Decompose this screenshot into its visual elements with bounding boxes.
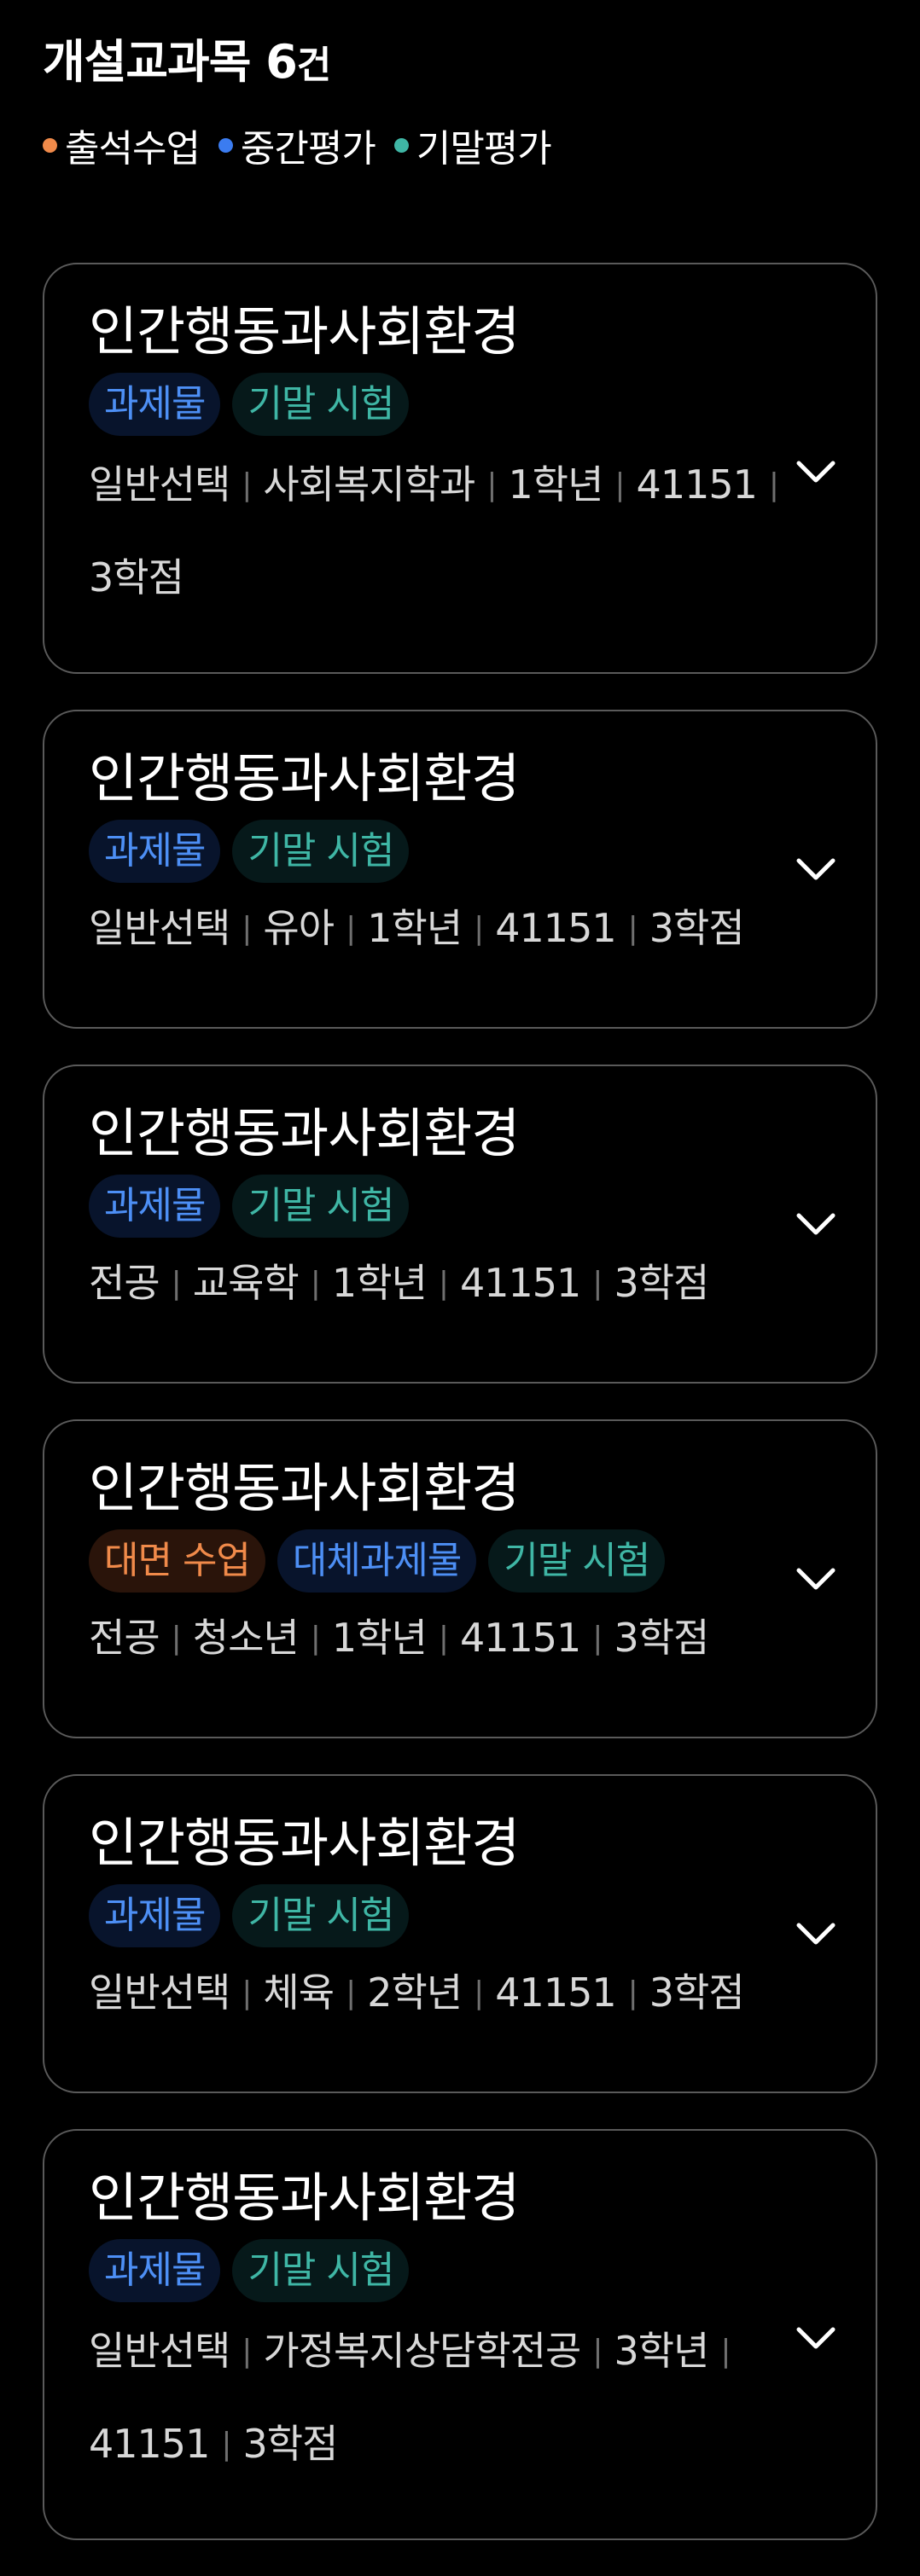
separator: |: [720, 2334, 731, 2369]
separator: |: [627, 1976, 638, 2010]
chevron-down-icon[interactable]: [795, 1211, 836, 1237]
chevron-down-icon[interactable]: [795, 1921, 836, 1947]
tag-in-person-class: 대면 수업: [89, 1529, 265, 1593]
separator: |: [310, 1266, 321, 1301]
course-meta: 일반선택 | 유아 | 1학년 | 41151 | 3학점: [89, 905, 745, 951]
blue-dot-icon: [218, 137, 233, 153]
course-title: 인간행동과사회환경: [89, 1812, 520, 1874]
course-title: 인간행동과사회환경: [89, 2167, 520, 2229]
course-card[interactable]: 인간행동과사회환경 과제물 기말 시험 일반선택 | 유아 | 1학년 | 41151 | 3학…: [43, 710, 877, 1029]
legend-item-attendance: 출석수업: [43, 118, 201, 172]
evaluation-tags: 대면 수업 대체과제물 기말 시험: [89, 1527, 831, 1595]
orange-dot-icon: [43, 137, 57, 153]
separator: |: [627, 911, 638, 946]
separator: |: [592, 2334, 603, 2369]
separator: |: [614, 467, 625, 502]
separator: |: [474, 1976, 484, 2010]
chevron-down-icon[interactable]: [795, 856, 836, 882]
tag-assignment: 과제물: [89, 2239, 221, 2302]
separator: |: [171, 1266, 182, 1301]
course-list-header: 개설교과목 6건 출석수업 중간평가 기말평가: [43, 31, 877, 172]
course-title: 인간행동과사회환경: [89, 747, 520, 809]
separator: |: [242, 467, 252, 502]
evaluation-tags: 과제물 기말 시험: [89, 817, 831, 885]
course-meta: 일반선택 | 가정복지상담학전공 | 3학년 | 41151 | 3학점: [89, 2305, 823, 2491]
chevron-down-icon[interactable]: [795, 2325, 836, 2351]
evaluation-legend: 출석수업 중간평가 기말평가: [43, 118, 877, 172]
separator: |: [221, 2427, 231, 2462]
evaluation-tags: 과제물 기말 시험: [89, 2237, 831, 2305]
tag-final-exam: 기말 시험: [232, 373, 410, 436]
tag-assignment: 과제물: [89, 1884, 221, 1947]
separator: |: [474, 911, 484, 946]
tag-alternative-assignment: 대체과제물: [277, 1529, 477, 1593]
tag-assignment: 과제물: [89, 1175, 221, 1238]
legend-item-final: 기말평가: [393, 118, 552, 172]
course-card-list: 인간행동과사회환경 과제물 기말 시험 일반선택 | 사회복지학과 | 1학년 | 4115…: [43, 263, 877, 2576]
evaluation-tags: 과제물 기말 시험: [89, 1172, 831, 1240]
teal-dot-icon: [393, 137, 409, 153]
tag-final-exam: 기말 시험: [232, 2239, 410, 2302]
evaluation-tags: 과제물 기말 시험: [89, 1882, 831, 1950]
separator: |: [486, 467, 497, 502]
course-card[interactable]: 인간행동과사회환경 대면 수업 대체과제물 기말 시험 전공 | 청소년 | 1학년 | 4…: [43, 1419, 877, 1738]
separator: |: [346, 911, 356, 946]
course-title: 인간행동과사회환경: [89, 300, 520, 363]
separator: |: [171, 1621, 182, 1656]
course-meta: 전공 | 교육학 | 1학년 | 41151 | 3학점: [89, 1260, 709, 1306]
legend-item-midterm: 중간평가: [218, 118, 376, 172]
tag-final-exam: 기말 시험: [232, 1884, 410, 1947]
tag-final-exam: 기말 시험: [488, 1529, 666, 1593]
separator: |: [438, 1266, 449, 1301]
course-count: 6: [265, 35, 298, 89]
separator: |: [438, 1621, 449, 1656]
separator: |: [592, 1621, 603, 1656]
course-card[interactable]: 인간행동과사회환경 과제물 기말 시험 일반선택 | 체육 | 2학년 | 41151 | 3학…: [43, 1774, 877, 2093]
separator: |: [768, 467, 779, 502]
chevron-down-icon[interactable]: [795, 1566, 836, 1592]
course-title: 인간행동과사회환경: [89, 1102, 520, 1164]
separator: |: [242, 2334, 252, 2369]
tag-final-exam: 기말 시험: [232, 1175, 410, 1238]
separator: |: [242, 1976, 252, 2010]
page-title: 개설교과목 6건: [43, 35, 331, 89]
tag-assignment: 과제물: [89, 373, 221, 436]
course-meta: 전공 | 청소년 | 1학년 | 41151 | 3학점: [89, 1615, 709, 1661]
course-card[interactable]: 인간행동과사회환경 과제물 기말 시험 전공 | 교육학 | 1학년 | 41151 | 3학점: [43, 1065, 877, 1384]
course-meta: 일반선택 | 사회복지학과 | 1학년 | 41151 | 3학점: [89, 438, 823, 624]
separator: |: [242, 911, 252, 946]
evaluation-tags: 과제물 기말 시험: [89, 370, 831, 438]
separator: |: [310, 1621, 321, 1656]
tag-final-exam: 기말 시험: [232, 820, 410, 883]
chevron-down-icon[interactable]: [795, 459, 836, 484]
separator: |: [346, 1976, 356, 2010]
course-meta: 일반선택 | 체육 | 2학년 | 41151 | 3학점: [89, 1970, 745, 2016]
tag-assignment: 과제물: [89, 820, 221, 883]
separator: |: [592, 1266, 603, 1301]
course-card[interactable]: 인간행동과사회환경 과제물 기말 시험 일반선택 | 사회복지학과 | 1학년 | 4115…: [43, 263, 877, 674]
course-title: 인간행동과사회환경: [89, 1457, 520, 1519]
course-card[interactable]: 인간행동과사회환경 과제물 기말 시험 일반선택 | 가정복지상담학전공 | 3학년 | …: [43, 2129, 877, 2540]
